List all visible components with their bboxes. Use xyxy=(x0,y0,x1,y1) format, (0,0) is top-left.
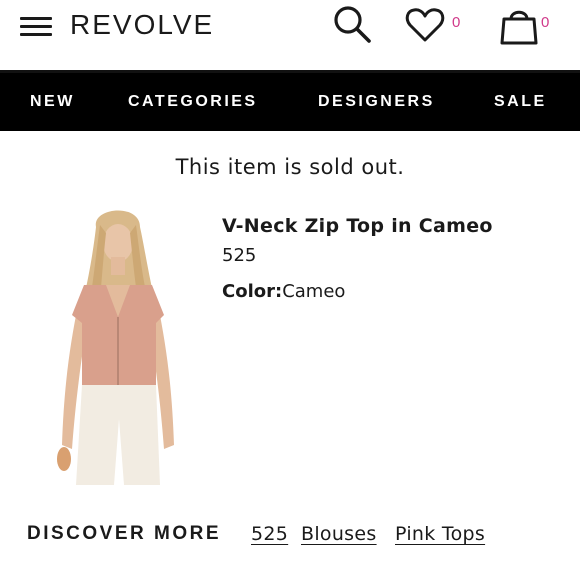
nav-item-new[interactable]: NEW xyxy=(30,73,75,131)
discover-more-heading: DISCOVER MORE xyxy=(27,523,222,544)
discover-link-525[interactable]: 525 xyxy=(251,520,288,548)
sold-out-message: This item is sold out. xyxy=(175,155,405,179)
nav-item-sale[interactable]: SALE xyxy=(494,73,547,131)
wishlist-count: 0 xyxy=(452,14,461,31)
nav-item-categories[interactable]: CATEGORIES xyxy=(128,73,258,131)
main-nav: NEW CATEGORIES DESIGNERS SALE xyxy=(0,73,580,131)
shopping-bag-icon[interactable] xyxy=(496,2,542,48)
product-image[interactable] xyxy=(44,205,194,485)
color-value: Cameo xyxy=(282,281,346,302)
product-name: V-Neck Zip Top in Cameo xyxy=(222,215,493,237)
menu-icon[interactable] xyxy=(20,16,54,38)
site-header: REVOLVE 0 0 xyxy=(0,0,580,73)
nav-item-designers[interactable]: DESIGNERS xyxy=(318,73,435,131)
discover-link-pink-tops[interactable]: Pink Tops xyxy=(395,520,485,548)
product-code: 525 xyxy=(222,245,257,266)
color-label: Color: xyxy=(222,281,283,302)
bag-count: 0 xyxy=(541,14,550,31)
product-color: Color:Cameo xyxy=(222,278,345,306)
search-icon[interactable] xyxy=(330,2,376,48)
site-logo[interactable]: REVOLVE xyxy=(70,6,214,44)
heart-icon[interactable] xyxy=(402,2,448,48)
discover-link-blouses[interactable]: Blouses xyxy=(301,520,377,548)
